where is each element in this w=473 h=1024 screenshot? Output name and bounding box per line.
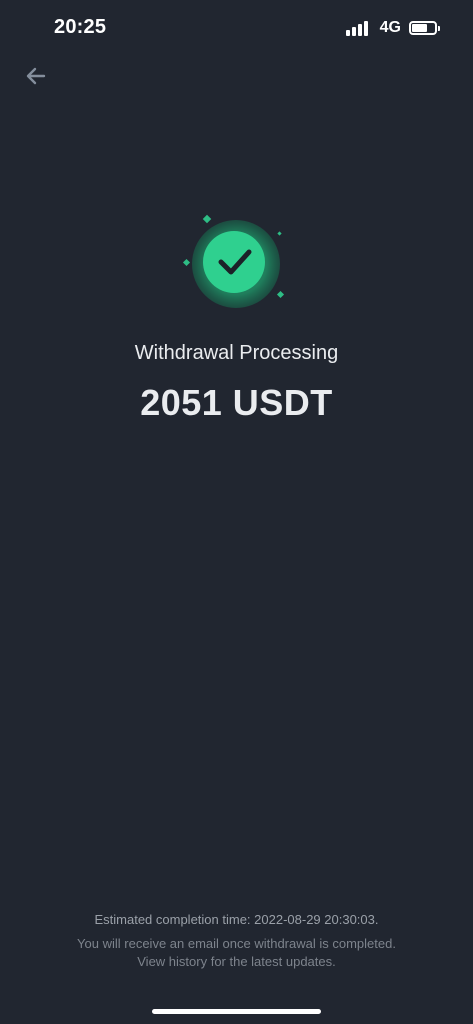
check-circle-icon	[182, 214, 285, 308]
home-indicator[interactable]	[152, 1009, 321, 1014]
status-title: Withdrawal Processing	[134, 342, 339, 364]
status-bar: 20:25 4G	[0, 0, 473, 56]
estimated-completion-time: Estimated completion time: 2022-08-29 20…	[94, 912, 379, 927]
success-icon-group	[176, 206, 296, 316]
withdrawal-amount: 2051 USDT	[140, 382, 333, 423]
battery-fill	[412, 24, 427, 32]
signal-icon	[345, 20, 368, 36]
back-button[interactable]	[22, 62, 50, 90]
footer-notes: Estimated completion time: 2022-08-29 20…	[0, 912, 473, 971]
email-note: You will receive an email once withdrawa…	[77, 936, 396, 951]
battery-icon	[409, 21, 440, 35]
status-time: 20:25	[54, 16, 107, 38]
withdrawal-screen: 20:25 4G Withdrawal Processing 2051 USDT…	[0, 0, 473, 1024]
status-indicators: 4G	[345, 19, 440, 37]
history-note: View history for the latest updates.	[137, 954, 336, 969]
network-label: 4G	[379, 19, 401, 36]
arrow-left-icon	[26, 67, 46, 85]
